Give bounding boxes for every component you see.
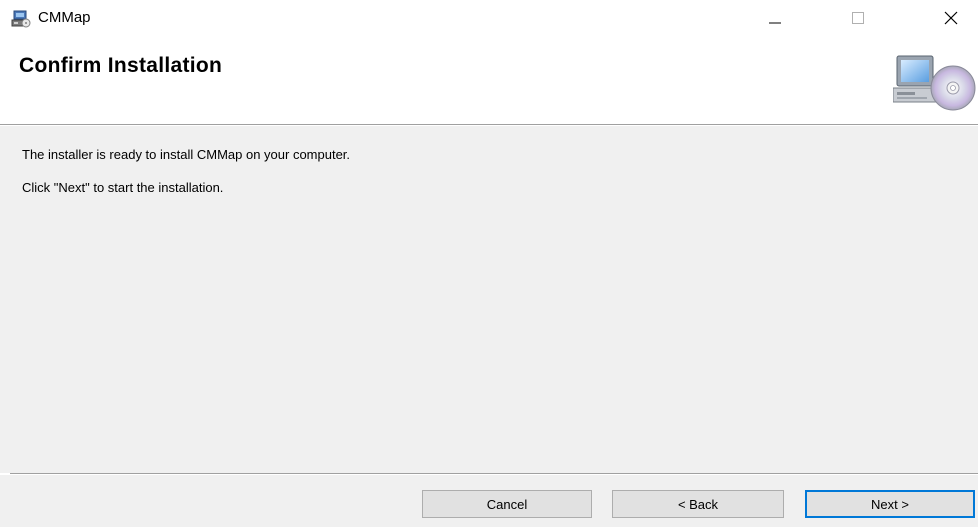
minimize-icon [769, 22, 781, 24]
content-area: The installer is ready to install CMMap … [0, 126, 978, 473]
next-button[interactable]: Next > [805, 490, 975, 518]
button-bar: Cancel < Back Next > [0, 475, 978, 527]
maximize-icon [852, 12, 864, 24]
installer-app-icon [11, 10, 31, 28]
installer-window: CMMap Confirm Installation The installer… [0, 0, 978, 527]
close-button[interactable] [928, 0, 974, 36]
cancel-button[interactable]: Cancel [422, 490, 592, 518]
header-banner: Confirm Installation [0, 36, 978, 124]
close-icon [944, 11, 958, 25]
maximize-button[interactable] [835, 0, 881, 36]
ready-message: The installer is ready to install CMMap … [22, 147, 351, 162]
window-title: CMMap [38, 9, 91, 26]
computer-cd-icon [893, 55, 976, 111]
page-title: Confirm Installation [19, 54, 223, 77]
title-bar[interactable]: CMMap [0, 0, 978, 36]
minimize-button[interactable] [752, 0, 798, 36]
back-button[interactable]: < Back [612, 490, 784, 518]
instruction-message: Click "Next" to start the installation. [22, 180, 224, 195]
